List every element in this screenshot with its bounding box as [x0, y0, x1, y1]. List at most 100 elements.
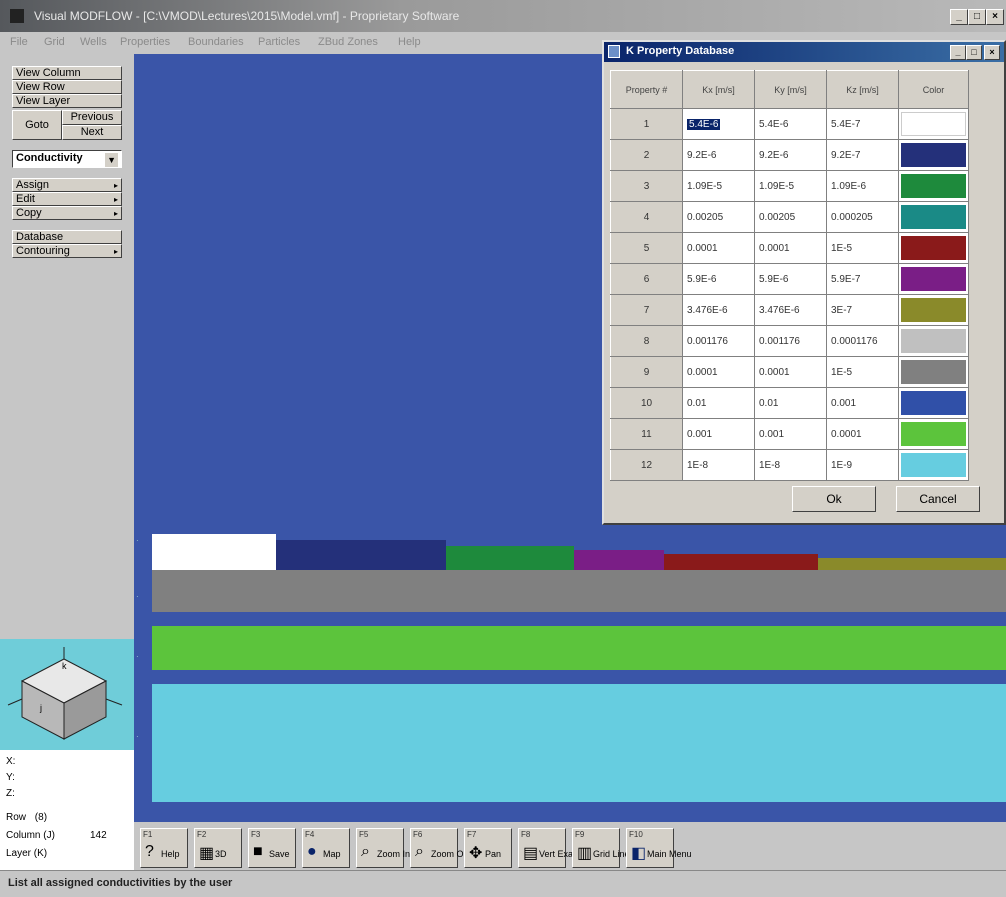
color-cell[interactable]: [898, 325, 969, 357]
kz-cell[interactable]: 0.001: [826, 387, 899, 419]
color-cell[interactable]: [898, 418, 969, 450]
maximize-button[interactable]: □: [968, 9, 986, 25]
property-number[interactable]: 11: [610, 418, 683, 450]
kx-cell[interactable]: 0.001: [682, 418, 755, 450]
vert-exag-button[interactable]: F8 ▤ Vert Exag: [518, 828, 578, 868]
orientation-cube-panel[interactable]: k j: [0, 639, 134, 750]
color-cell[interactable]: [898, 139, 969, 171]
view-row-button[interactable]: View Row: [12, 80, 122, 94]
ky-cell[interactable]: 0.001176: [754, 325, 827, 357]
ky-cell[interactable]: 1E-8: [754, 449, 827, 481]
kz-cell[interactable]: 1E-5: [826, 232, 899, 264]
kz-cell[interactable]: 1.09E-6: [826, 170, 899, 202]
cancel-button[interactable]: Cancel: [896, 486, 980, 512]
goto-button[interactable]: Goto: [12, 110, 62, 140]
kx-cell[interactable]: 0.0001: [682, 356, 755, 388]
ky-cell[interactable]: 5.9E-6: [754, 263, 827, 295]
contouring-menu-button[interactable]: Contouring ▸: [12, 244, 122, 258]
zoom-in-button[interactable]: F5 ⌕ Zoom In: [356, 828, 410, 868]
property-number[interactable]: 8: [610, 325, 683, 357]
save-button[interactable]: F3 ■ Save: [248, 828, 296, 868]
color-cell[interactable]: [898, 170, 969, 202]
main-menu-button[interactable]: F10 ◧ Main Menu: [626, 828, 692, 868]
menu-file[interactable]: File: [10, 36, 28, 48]
property-number[interactable]: 5: [610, 232, 683, 264]
dialog-minimize-button[interactable]: _: [950, 45, 966, 60]
property-number[interactable]: 10: [610, 387, 683, 419]
3d-button[interactable]: F2 ▦ 3D: [194, 828, 242, 868]
next-button[interactable]: Next: [62, 125, 122, 140]
kz-cell[interactable]: 0.0001: [826, 418, 899, 450]
dialog-maximize-button[interactable]: □: [966, 45, 982, 60]
property-number[interactable]: 4: [610, 201, 683, 233]
color-cell[interactable]: [898, 356, 969, 388]
ky-cell[interactable]: 5.4E-6: [754, 108, 827, 140]
ky-cell[interactable]: 0.00205: [754, 201, 827, 233]
menu-help[interactable]: Help: [398, 36, 421, 48]
color-cell[interactable]: [898, 232, 969, 264]
pan-button[interactable]: F7 ✥ Pan: [464, 828, 512, 868]
color-cell[interactable]: [898, 294, 969, 326]
kx-cell[interactable]: 5.4E-6: [682, 108, 755, 140]
kz-cell[interactable]: 5.4E-7: [826, 108, 899, 140]
property-number[interactable]: 2: [610, 139, 683, 171]
ok-button[interactable]: Ok: [792, 486, 876, 512]
chevron-down-icon[interactable]: ▼: [105, 153, 118, 167]
minimize-button[interactable]: _: [950, 9, 968, 25]
dialog-close-button[interactable]: ×: [984, 45, 1000, 60]
kz-cell[interactable]: 3E-7: [826, 294, 899, 326]
ky-cell[interactable]: 0.0001: [754, 356, 827, 388]
kz-cell[interactable]: 1E-5: [826, 356, 899, 388]
kx-cell[interactable]: 1E-8: [682, 449, 755, 481]
menu-properties[interactable]: Properties: [120, 36, 170, 48]
edit-menu-button[interactable]: Edit ▸: [12, 192, 122, 206]
kz-cell[interactable]: 5.9E-7: [826, 263, 899, 295]
property-number[interactable]: 12: [610, 449, 683, 481]
kx-cell[interactable]: 5.9E-6: [682, 263, 755, 295]
color-cell[interactable]: [898, 108, 969, 140]
color-cell[interactable]: [898, 387, 969, 419]
kz-cell[interactable]: 0.000205: [826, 201, 899, 233]
color-cell[interactable]: [898, 449, 969, 481]
ky-cell[interactable]: 1.09E-5: [754, 170, 827, 202]
assign-menu-button[interactable]: Assign ▸: [12, 178, 122, 192]
cross-section-view[interactable]: · · · ·: [134, 532, 1006, 822]
kx-cell[interactable]: 9.2E-6: [682, 139, 755, 171]
kz-cell[interactable]: 9.2E-7: [826, 139, 899, 171]
menu-particles[interactable]: Particles: [258, 36, 300, 48]
ky-cell[interactable]: 0.0001: [754, 232, 827, 264]
close-button[interactable]: ×: [986, 9, 1004, 25]
ky-cell[interactable]: 0.001: [754, 418, 827, 450]
kx-cell[interactable]: 1.09E-5: [682, 170, 755, 202]
menu-wells[interactable]: Wells: [80, 36, 107, 48]
kx-cell[interactable]: 0.01: [682, 387, 755, 419]
menu-boundaries[interactable]: Boundaries: [188, 36, 244, 48]
view-layer-button[interactable]: View Layer: [12, 94, 122, 108]
color-cell[interactable]: [898, 263, 969, 295]
ky-cell[interactable]: 0.01: [754, 387, 827, 419]
kx-cell[interactable]: 0.0001: [682, 232, 755, 264]
color-cell[interactable]: [898, 201, 969, 233]
copy-menu-button[interactable]: Copy ▸: [12, 206, 122, 220]
ky-cell[interactable]: 3.476E-6: [754, 294, 827, 326]
kz-cell[interactable]: 1E-9: [826, 449, 899, 481]
menu-grid[interactable]: Grid: [44, 36, 65, 48]
grid-lines-button[interactable]: F9 ▥ Grid Lines: [572, 828, 634, 868]
property-number[interactable]: 7: [610, 294, 683, 326]
kz-cell[interactable]: 0.0001176: [826, 325, 899, 357]
database-button[interactable]: Database: [12, 230, 122, 244]
property-number[interactable]: 6: [610, 263, 683, 295]
previous-button[interactable]: Previous: [62, 110, 122, 125]
zoom-out-button[interactable]: F6 ⌕ Zoom Out: [410, 828, 471, 868]
ky-cell[interactable]: 9.2E-6: [754, 139, 827, 171]
kx-cell[interactable]: 3.476E-6: [682, 294, 755, 326]
view-column-button[interactable]: View Column: [12, 66, 122, 80]
kx-cell[interactable]: 0.001176: [682, 325, 755, 357]
map-button[interactable]: F4 ● Map: [302, 828, 350, 868]
property-number[interactable]: 1: [610, 108, 683, 140]
property-number[interactable]: 3: [610, 170, 683, 202]
menu-zbud-zones[interactable]: ZBud Zones: [318, 36, 378, 48]
property-select[interactable]: Conductivity ▼: [12, 150, 122, 168]
help-button[interactable]: F1? Help: [140, 828, 188, 868]
property-number[interactable]: 9: [610, 356, 683, 388]
